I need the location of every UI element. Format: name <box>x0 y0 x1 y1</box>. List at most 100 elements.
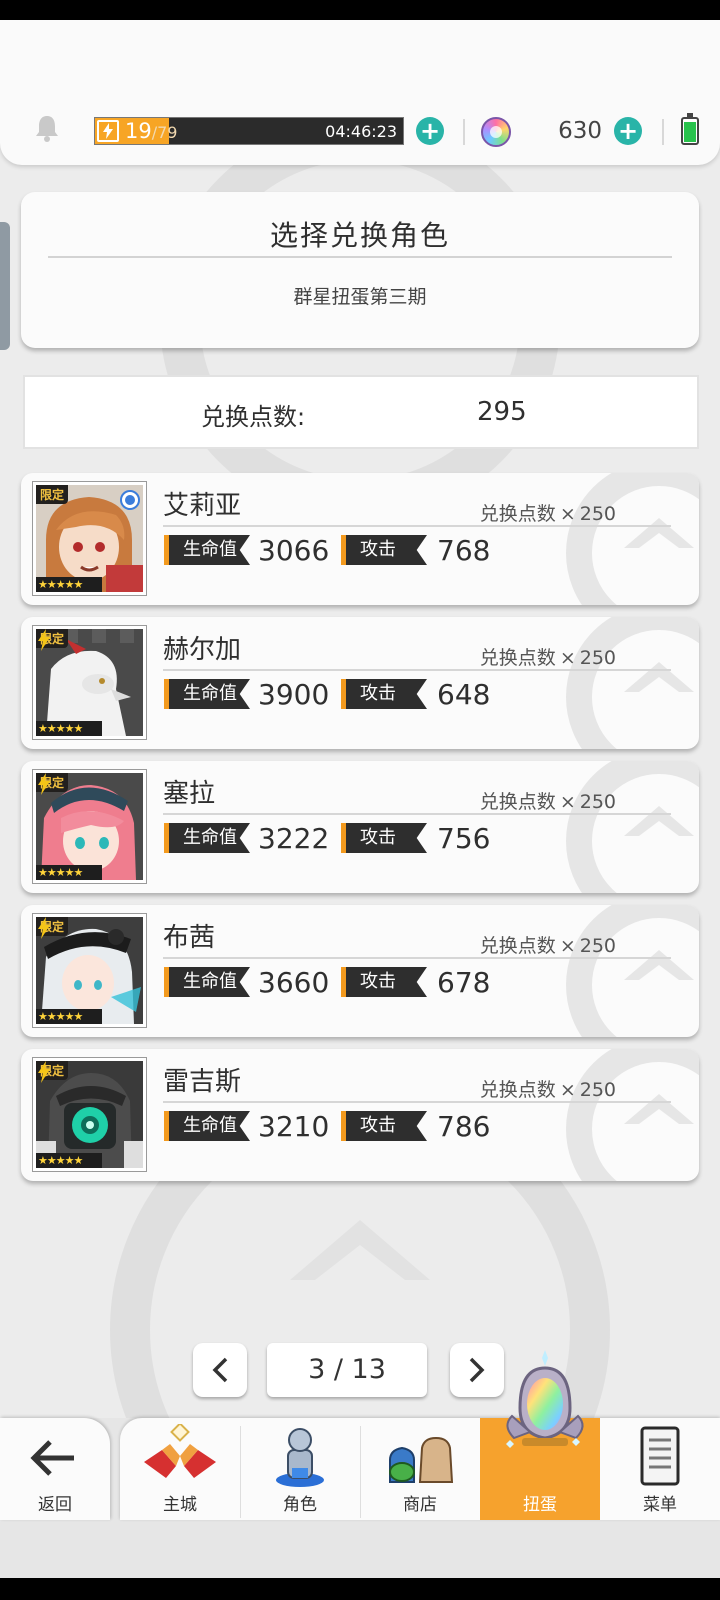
add-gems-button[interactable]: + <box>614 117 642 145</box>
system-status-strip <box>0 0 720 20</box>
bell-icon[interactable] <box>34 114 60 142</box>
attack-value: 648 <box>437 678 491 711</box>
star-rating: ★★★★★ <box>36 865 102 880</box>
character-card[interactable]: 限定 ★★★★★ 雷吉斯 兑换点数 × 250 生命值 3210 攻击 786 <box>21 1049 699 1181</box>
nav-item-menu[interactable]: 菜单 <box>600 1418 720 1520</box>
character-portrait: 限定 ★★★★★ <box>32 481 147 596</box>
attack-label: 攻击 <box>341 823 427 853</box>
star-rating: ★★★★★ <box>36 1153 102 1168</box>
star-rating: ★★★★★ <box>36 577 102 592</box>
nav-label: 扭蛋 <box>523 1495 557 1515</box>
attack-label: 攻击 <box>341 535 427 565</box>
hp-value: 3222 <box>258 822 330 855</box>
nav-label: 商店 <box>403 1495 437 1515</box>
exchange-cost: 兑换点数 × 250 <box>479 1079 616 1101</box>
character-name: 艾莉亚 <box>163 491 242 521</box>
points-label: 兑换点数: <box>201 403 306 431</box>
hp-label: 生命值 <box>164 967 250 997</box>
hp-value: 3210 <box>258 1110 330 1143</box>
character-icon <box>276 1428 324 1487</box>
exchange-cost: 兑换点数 × 250 <box>479 791 616 813</box>
attack-label: 攻击 <box>341 679 427 709</box>
gem-count: 630 <box>558 118 602 144</box>
stamina-value: 19/79 <box>125 119 178 143</box>
character-card[interactable]: 限定 ★★★★★ 赫尔加 兑换点数 × 250 生命值 3900 攻击 648 <box>21 617 699 749</box>
lightning-icon <box>97 120 119 142</box>
name-divider <box>163 1101 671 1103</box>
attack-value: 678 <box>437 966 491 999</box>
exchange-cost: 兑换点数 × 250 <box>479 647 616 669</box>
nav-label: 菜单 <box>643 1495 677 1515</box>
name-divider <box>163 525 671 527</box>
title-panel: 选择兑换角色 群星扭蛋第三期 <box>21 192 699 348</box>
chevron-left-icon <box>212 1357 228 1383</box>
back-arrow-icon <box>30 1440 74 1476</box>
stamina-timer: 04:46:23 <box>325 122 397 141</box>
card-emblem <box>566 617 699 749</box>
name-divider <box>163 957 671 959</box>
character-name: 雷吉斯 <box>163 1067 242 1097</box>
character-card[interactable]: 限定 ★★★★★ 艾莉亚 兑换点数 × 250 生命值 3066 攻击 768 <box>21 473 699 605</box>
character-card[interactable]: 限定 ★★★★★ 塞拉 兑换点数 × 250 生命值 3222 攻击 756 <box>21 761 699 893</box>
name-divider <box>163 813 671 815</box>
star-rating: ★★★★★ <box>36 721 102 736</box>
lightning-element-icon <box>38 629 50 651</box>
chevron-right-icon <box>469 1357 485 1383</box>
gacha-mirror-icon <box>506 1350 584 1448</box>
hp-label: 生命值 <box>164 1111 250 1141</box>
card-emblem <box>566 473 699 605</box>
lightning-element-icon <box>38 773 50 795</box>
menu-list-icon <box>640 1426 680 1486</box>
page-indicator: 3 / 13 <box>267 1343 427 1397</box>
nav-label: 角色 <box>283 1495 317 1515</box>
character-portrait: 限定 ★★★★★ <box>32 769 147 884</box>
hp-label: 生命值 <box>164 535 250 565</box>
character-name: 布茜 <box>163 923 216 953</box>
side-drawer-handle[interactable] <box>0 222 10 350</box>
title-divider <box>48 256 672 258</box>
exchange-points-box: 兑换点数: 295 <box>23 375 699 449</box>
castle-icon <box>144 1424 216 1478</box>
hp-value: 3066 <box>258 534 330 567</box>
divider <box>463 119 465 145</box>
attack-label: 攻击 <box>341 1111 427 1141</box>
hp-value: 3660 <box>258 966 330 999</box>
attack-value: 786 <box>437 1110 491 1143</box>
attack-label: 攻击 <box>341 967 427 997</box>
points-value: 295 <box>477 397 527 427</box>
card-emblem <box>566 761 699 893</box>
battery-icon <box>681 113 699 145</box>
page-title: 选择兑换角色 <box>269 219 450 252</box>
selected-radio-icon[interactable] <box>120 490 140 510</box>
stamina-bar: 19/79 04:46:23 <box>94 117 404 145</box>
exchange-cost: 兑换点数 × 250 <box>479 503 616 525</box>
hp-label: 生命值 <box>164 823 250 853</box>
nav-label: 主城 <box>163 1495 197 1515</box>
character-card[interactable]: 限定 ★★★★★ 布茜 兑换点数 × 250 生命值 3660 攻击 678 <box>21 905 699 1037</box>
hp-value: 3900 <box>258 678 330 711</box>
character-portrait: 限定 ★★★★★ <box>32 913 147 1028</box>
system-nav-strip <box>0 1578 720 1600</box>
name-divider <box>163 669 671 671</box>
exchange-cost: 兑换点数 × 250 <box>479 935 616 957</box>
nav-item-main-city[interactable]: 主城 <box>120 1418 240 1520</box>
back-button[interactable]: 返回 <box>0 1418 110 1520</box>
limited-badge: 限定 <box>36 485 69 504</box>
nav-item-character[interactable]: 角色 <box>240 1418 360 1520</box>
rainbow-gem-icon <box>481 117 511 147</box>
character-portrait: 限定 ★★★★★ <box>32 1057 147 1172</box>
hp-label: 生命值 <box>164 679 250 709</box>
banner-subtitle: 群星扭蛋第三期 <box>293 286 427 308</box>
shop-bag-icon <box>389 1436 454 1483</box>
lightning-element-icon <box>38 1061 50 1083</box>
add-stamina-button[interactable]: + <box>416 117 444 145</box>
character-name: 塞拉 <box>163 779 216 809</box>
nav-item-shop[interactable]: 商店 <box>360 1418 480 1520</box>
character-name: 赫尔加 <box>163 635 242 665</box>
attack-value: 756 <box>437 822 491 855</box>
star-rating: ★★★★★ <box>36 1009 102 1024</box>
divider <box>662 119 664 145</box>
previous-page-button[interactable] <box>193 1343 247 1397</box>
back-label: 返回 <box>38 1495 72 1515</box>
character-portrait: 限定 ★★★★★ <box>32 625 147 740</box>
